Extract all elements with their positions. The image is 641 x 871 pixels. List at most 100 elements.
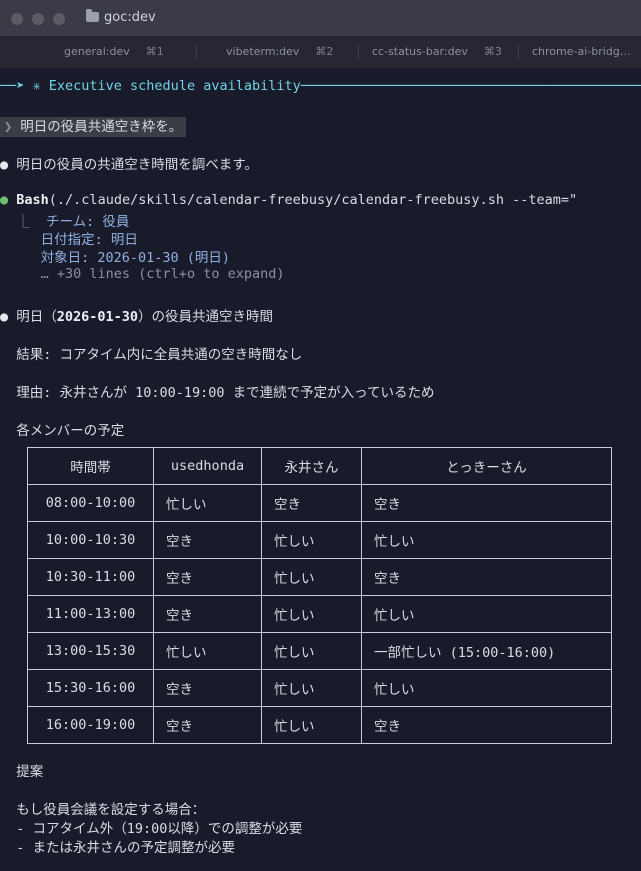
result-heading-pre: 明日（ [16, 309, 57, 325]
table-header: 時間帯 [27, 447, 154, 485]
tab-label: chrome-ai-bridg… [532, 45, 631, 58]
result-heading-line: ● 明日（2026-01-30）の役員共通空き時間 [0, 305, 273, 325]
window-title-text: goc:dev [104, 10, 156, 25]
table-row: 10:00-10:30 空き 忙しい 忙しい [27, 521, 612, 559]
expand-hint-line[interactable]: … +30 lines (ctrl+o to expand) [0, 266, 285, 282]
bash-output-line: 対象日: 2026-01-30 (明日) [0, 246, 230, 266]
table-row: 10:30-11:00 空き 忙しい 空き [27, 558, 612, 596]
table-cell: 15:30-16:00 [27, 669, 154, 707]
close-window-button[interactable] [11, 13, 23, 25]
assistant-intro: 明日の役員の共通空き時間を調べます。 [16, 157, 258, 173]
table-cell: 空き [153, 706, 262, 744]
minimize-window-button[interactable] [32, 13, 44, 25]
table-cell: 忙しい [361, 521, 612, 559]
proposal-heading: 提案 [16, 764, 44, 780]
table-cell: 08:00-10:00 [27, 484, 154, 522]
bash-label: Bash [16, 192, 49, 208]
table-cell: 16:00-19:00 [27, 706, 154, 744]
table-cell: 13:00-15:30 [27, 632, 154, 670]
table-cell: 空き [261, 484, 362, 522]
table-header: 永井さん [261, 447, 362, 485]
table-cell: 忙しい [261, 521, 362, 559]
bash-call-line: ● Bash(./.claude/skills/calendar-freebus… [0, 192, 577, 208]
table-cell: 忙しい [153, 632, 262, 670]
assistant-intro-line: ● 明日の役員の共通空き時間を調べます。 [0, 153, 258, 173]
arrow-right-icon: ──➤ [0, 78, 33, 94]
table-cell: 忙しい [361, 595, 612, 633]
expand-hint: … +30 lines (ctrl+o to expand) [40, 266, 285, 282]
result-line: 結果: コアタイム内に全員共通の空き時間なし [0, 343, 302, 363]
tab-cc-status-bar[interactable]: cc-status-bar:dev ⌘3 [372, 36, 502, 68]
table-cell: 忙しい [153, 484, 262, 522]
tab-separator [358, 44, 359, 60]
tab-shortcut: ⌘1 [145, 45, 164, 58]
table-cell: 10:00-10:30 [27, 521, 154, 559]
session-title-line: ──➤ ✳ Executive schedule availability───… [0, 78, 641, 94]
tab-shortcut: ⌘2 [315, 45, 334, 58]
proposal-item: - または永井さんの予定調整が必要 [0, 836, 235, 856]
members-heading-line: 各メンバーの予定 [0, 419, 124, 439]
table-cell: 空き [361, 558, 612, 596]
folder-icon [86, 9, 99, 22]
table-cell: 11:00-13:00 [27, 595, 154, 633]
proposal-item: - コアタイム外（19:00以降）での調整が必要 [0, 817, 302, 837]
proposal-item-text: - または永井さんの予定調整が必要 [16, 840, 236, 856]
bullet-icon: ● [0, 157, 9, 173]
result-heading-post: ）の役員共通空き時間 [138, 309, 274, 325]
tab-general[interactable]: general:dev ⌘1 [64, 36, 164, 68]
zoom-window-button[interactable] [53, 13, 65, 25]
result-heading-date: 2026-01-30 [56, 309, 139, 325]
tab-label: general:dev [64, 45, 130, 58]
bash-command: (./.claude/skills/calendar-freebusy/cale… [48, 192, 578, 208]
terminal-output[interactable]: ──➤ ✳ Executive schedule availability───… [0, 68, 641, 871]
result-text: 結果: コアタイム内に全員共通の空き時間なし [16, 347, 303, 363]
table-cell: 忙しい [261, 669, 362, 707]
user-prompt: 明日の役員共通空き枠を。 [20, 119, 183, 135]
table-row: 13:00-15:30 忙しい 忙しい 一部忙しい (15:00-16:00) [27, 632, 612, 670]
tab-separator [518, 44, 519, 60]
reason-line: 理由: 永井さんが 10:00-19:00 まで連続で予定が入っているため [0, 381, 435, 401]
reason-text: 理由: 永井さんが 10:00-19:00 まで連続で予定が入っているため [16, 385, 435, 401]
table-cell: 空き [153, 558, 262, 596]
tab-bar: general:dev ⌘1 vibeterm:dev ⌘2 cc-status-b… [0, 36, 641, 69]
bash-output: 対象日: 2026-01-30 (明日) [40, 250, 231, 266]
table-row: 16:00-19:00 空き 忙しい 空き [27, 706, 612, 744]
tab-separator [196, 44, 197, 60]
window-title: goc:dev [86, 9, 156, 25]
table-cell: 空き [361, 484, 612, 522]
schedule-table: 時間帯 usedhonda 永井さん とっきーさん 08:00-10:00 忙し… [27, 447, 612, 744]
success-dot-icon: ● [0, 192, 9, 208]
members-heading: 各メンバーの予定 [16, 423, 125, 439]
prompt-chevron-icon: ❯ [4, 119, 13, 135]
tab-label: vibeterm:dev [226, 45, 300, 58]
table-cell: 10:30-11:00 [27, 558, 154, 596]
table-row: 11:00-13:00 空き 忙しい 忙しい [27, 595, 612, 633]
table-header: とっきーさん [361, 447, 612, 485]
tab-vibeterm[interactable]: vibeterm:dev ⌘2 [226, 36, 333, 68]
user-prompt-line: ❯ 明日の役員共通空き枠を。 [0, 115, 187, 137]
bash-output-line: ⎿ チーム: 役員 [0, 210, 129, 230]
proposal-item-text: - コアタイム外（19:00以降）での調整が必要 [16, 821, 303, 837]
table-header-row: 時間帯 usedhonda 永井さん とっきーさん [27, 447, 612, 485]
tab-label: cc-status-bar:dev [372, 45, 468, 58]
table-cell: 忙しい [261, 632, 362, 670]
table-header: usedhonda [153, 447, 262, 485]
table-cell: 空き [153, 669, 262, 707]
bullet-icon: ● [0, 309, 9, 325]
bash-output-line: 日付指定: 明日 [0, 228, 138, 248]
session-title: ✳ Executive schedule availability [32, 78, 301, 94]
table-cell: 忙しい [261, 558, 362, 596]
proposal-heading-line: 提案 [0, 760, 43, 780]
table-cell: 忙しい [261, 706, 362, 744]
tab-shortcut: ⌘3 [483, 45, 502, 58]
proposal-intro-line: もし役員会議を設定する場合： [0, 798, 205, 818]
tab-chrome-ai-bridge[interactable]: chrome-ai-bridg… [532, 36, 631, 68]
table-cell: 空き [153, 521, 262, 559]
table-row: 15:30-16:00 空き 忙しい 忙しい [27, 669, 612, 707]
table-cell: 忙しい [261, 595, 362, 633]
table-cell: 忙しい [361, 669, 612, 707]
table-row: 08:00-10:00 忙しい 空き 空き [27, 484, 612, 522]
table-cell: 空き [361, 706, 612, 744]
title-rule: ────────────────────────────────────────… [300, 78, 641, 94]
window-titlebar: goc:dev [0, 0, 641, 36]
